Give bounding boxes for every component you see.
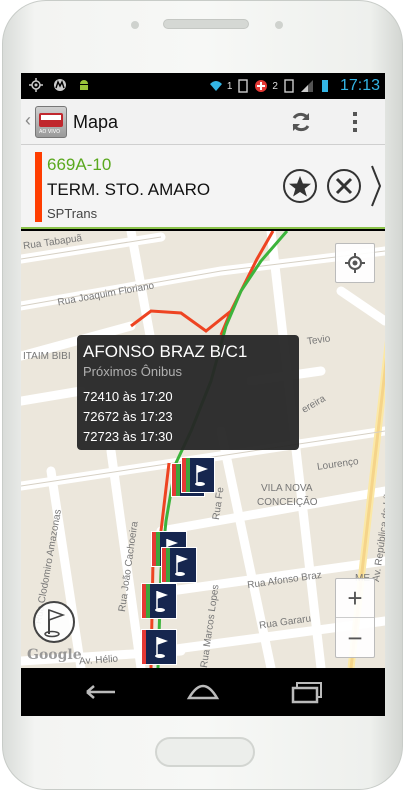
stop-info-popup[interactable]: AFONSO BRAZ B/C1 Próximos Ônibus 72410 à…: [77, 335, 299, 450]
home-icon[interactable]: [183, 678, 223, 706]
district-label: VILA NOVA: [261, 483, 313, 494]
status-bar: 1 2 17:13: [21, 73, 385, 99]
star-icon: [289, 176, 311, 197]
navigation-bar: [21, 668, 385, 716]
arrival-row: 72723 às 17:30: [83, 429, 173, 444]
line-info-panel: 669A-10 TERM. STO. AMARO SPTrans: [21, 145, 385, 229]
next-chevron-icon[interactable]: [369, 164, 383, 208]
bus-stop-toggle-button[interactable]: [33, 601, 75, 643]
action-bar: ‹ AO VIVO Mapa: [21, 99, 385, 145]
zoom-out-button[interactable]: −: [336, 619, 374, 658]
line-color-bar: [35, 152, 42, 222]
my-location-button[interactable]: [335, 243, 375, 283]
overflow-menu-icon[interactable]: [351, 110, 359, 134]
motorola-icon: [54, 79, 66, 91]
flag-icon: [175, 555, 188, 576]
app-logo-text: AO VIVO: [39, 129, 61, 135]
android-icon: [80, 80, 88, 90]
app-logo-icon[interactable]: AO VIVO: [35, 106, 67, 138]
bus-marker[interactable]: [161, 547, 197, 583]
stop-name: AFONSO BRAZ B/C1: [83, 342, 248, 361]
battery-icon: [321, 80, 328, 92]
back-icon[interactable]: [81, 678, 121, 706]
sim-icon: [238, 79, 249, 93]
my-location-icon: [345, 253, 365, 273]
sim1-label: 1: [226, 80, 233, 92]
earpiece-speaker: [163, 19, 249, 29]
zoom-in-button[interactable]: +: [336, 579, 374, 618]
flag-icon: [155, 591, 168, 612]
arrival-row: 72672 às 17:23: [83, 409, 173, 424]
bus-marker[interactable]: [141, 629, 177, 665]
page-title: Mapa: [73, 112, 119, 132]
screen: 1 2 17:13 ‹ AO VIVO Mapa 669A-10 TERM. S…: [21, 73, 385, 716]
refresh-icon[interactable]: [289, 110, 313, 134]
signal-icon: [300, 80, 313, 92]
gps-icon: [29, 78, 43, 92]
front-camera: [275, 21, 283, 29]
clock: 17:13: [339, 77, 380, 94]
district-label: ITAIM BIBI: [23, 351, 71, 362]
flag-icon: [44, 608, 66, 638]
line-operator: SPTrans: [47, 206, 98, 221]
map-view[interactable]: Rua Tabapuã Rua Joaquim Floriano ITAIM B…: [21, 231, 385, 668]
recent-apps-icon[interactable]: [285, 678, 325, 706]
flag-icon: [155, 637, 168, 658]
wifi-icon: [209, 81, 222, 91]
google-attribution: Google: [27, 647, 82, 663]
bus-marker[interactable]: [181, 457, 215, 493]
proximity-sensor: [131, 21, 139, 29]
line-destination: TERM. STO. AMARO: [47, 180, 211, 199]
popup-subtitle: Próximos Ônibus: [83, 364, 182, 379]
favorite-button[interactable]: [283, 169, 317, 203]
back-chevron-icon[interactable]: ‹: [25, 110, 31, 131]
remove-button[interactable]: [327, 169, 361, 203]
hardware-home-button[interactable]: [155, 737, 255, 767]
sim2-label: 2: [272, 80, 278, 92]
line-code: 669A-10: [47, 155, 112, 174]
no-signal-icon: [255, 80, 268, 92]
bus-marker[interactable]: [141, 583, 177, 619]
zoom-controls: + −: [335, 578, 375, 658]
close-icon: [335, 177, 353, 195]
sim-icon: [284, 79, 294, 93]
flag-icon: [195, 465, 208, 486]
district-label: CONCEIÇÃO: [257, 497, 318, 508]
arrival-row: 72410 às 17:20: [83, 389, 173, 404]
